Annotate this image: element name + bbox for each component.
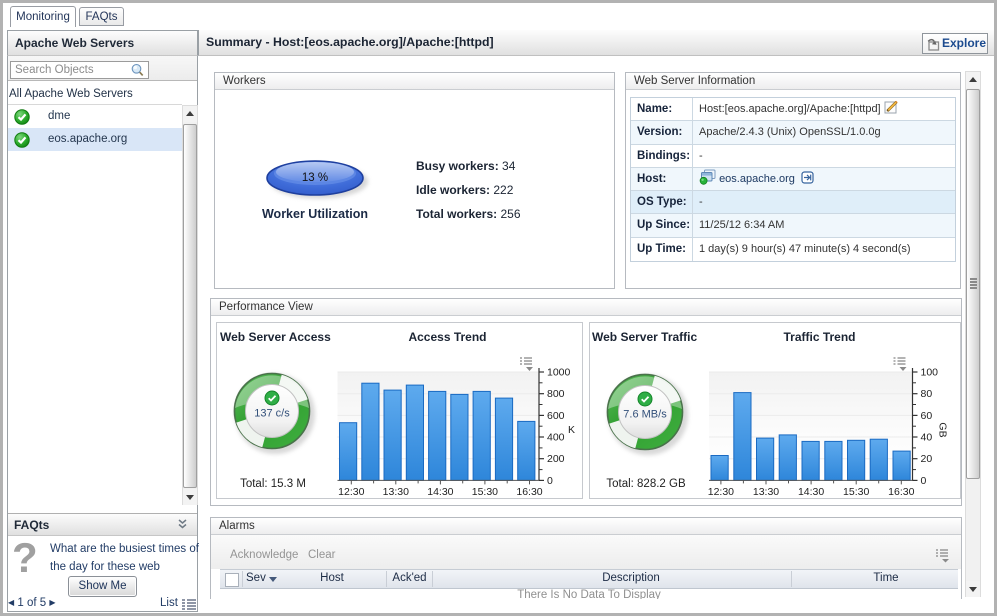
svg-text:14:30: 14:30 <box>798 486 824 498</box>
svg-text:13:30: 13:30 <box>753 486 779 498</box>
svg-text:0: 0 <box>921 475 927 487</box>
svg-text:100: 100 <box>921 367 939 379</box>
svg-text:12:30: 12:30 <box>708 486 734 498</box>
svg-text:GB: GB <box>937 422 949 437</box>
svg-text:137 c/s: 137 c/s <box>254 408 290 420</box>
svg-text:80: 80 <box>921 388 933 400</box>
svg-text:14:30: 14:30 <box>427 486 453 498</box>
svg-text:12:30: 12:30 <box>338 486 364 498</box>
svg-text:20: 20 <box>921 453 933 465</box>
svg-text:600: 600 <box>547 410 565 422</box>
svg-text:K: K <box>568 424 575 436</box>
svg-text:1000: 1000 <box>547 367 571 379</box>
svg-text:7.6 MB/s: 7.6 MB/s <box>623 409 667 421</box>
svg-text:400: 400 <box>547 432 565 444</box>
svg-text:0: 0 <box>547 475 553 487</box>
svg-text:13:30: 13:30 <box>383 486 409 498</box>
svg-text:16:30: 16:30 <box>888 486 914 498</box>
svg-text:200: 200 <box>547 453 565 465</box>
svg-text:60: 60 <box>921 410 933 422</box>
svg-text:15:30: 15:30 <box>843 486 869 498</box>
svg-text:16:30: 16:30 <box>516 486 542 498</box>
svg-text:15:30: 15:30 <box>472 486 498 498</box>
svg-text:800: 800 <box>547 388 565 400</box>
svg-text:40: 40 <box>921 432 933 444</box>
